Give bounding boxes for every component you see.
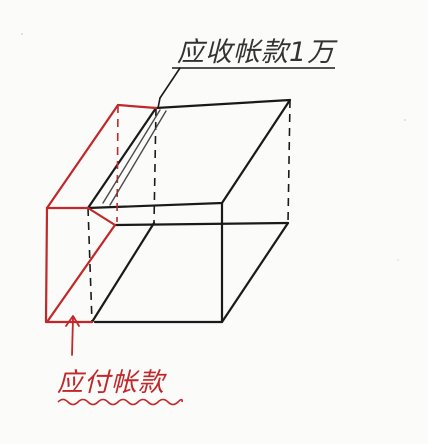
payable-arrow [65,315,80,356]
pencil-shading [102,109,167,206]
red-box-solid-edges [44,103,158,324]
receivable-label: 应收帐款1万 [177,37,336,68]
receivable-pointer [157,67,181,109]
payable-label: 应付帐款 [57,368,166,398]
diagram-canvas: 应收帐款1万 应付帐款 [0,0,428,444]
payable-wavy-underline [57,398,183,406]
red-box-hidden-edges [116,104,119,223]
